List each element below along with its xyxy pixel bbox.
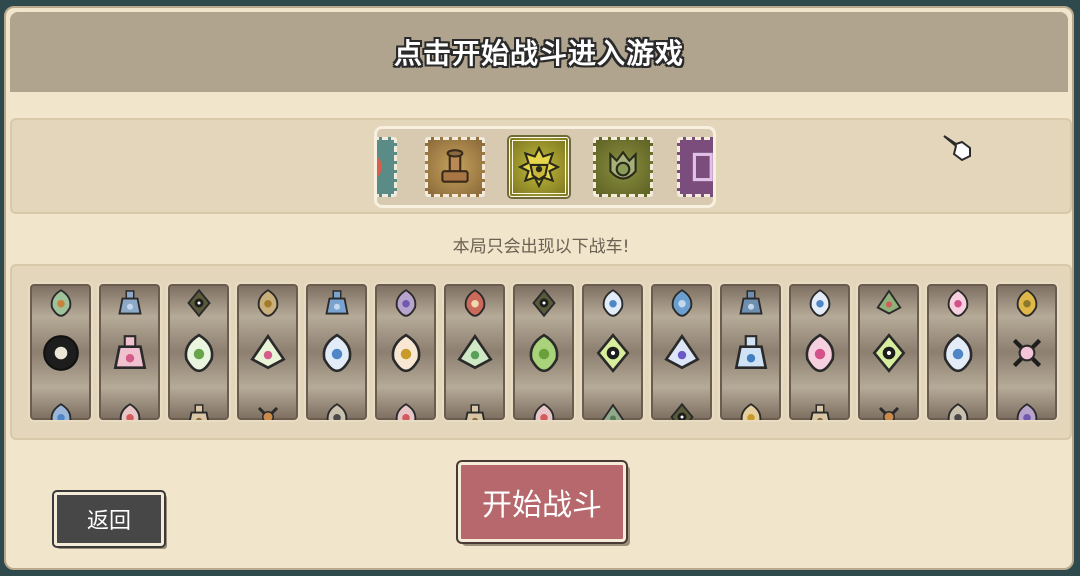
vehicle-reel xyxy=(304,282,369,422)
green-tri-icon xyxy=(601,403,624,420)
pink-drop-icon xyxy=(947,289,968,317)
vehicle-reel xyxy=(97,282,162,422)
stamp-cannon[interactable] xyxy=(425,137,485,197)
blue-flask-icon xyxy=(734,335,767,370)
vehicle-reel xyxy=(580,282,645,422)
dark-hand-icon xyxy=(947,403,968,420)
castle-icon xyxy=(117,290,142,315)
main-panel: 点击开始战斗进入游戏 本局只会出现以下战车! 返回 开始战斗 xyxy=(4,6,1074,570)
vase-icon xyxy=(464,404,485,420)
vehicle-reel xyxy=(235,282,300,422)
vase-icon xyxy=(809,404,830,420)
hand-pointer-icon xyxy=(943,135,971,162)
dark-bone-icon xyxy=(326,403,347,420)
stamp-horned-shield[interactable] xyxy=(593,137,653,197)
bracket-icon xyxy=(692,152,713,182)
start-battle-button[interactable]: 开始战斗 xyxy=(458,462,626,542)
triangle-spiral-icon xyxy=(249,333,286,370)
blue-gear-icon xyxy=(602,289,623,317)
cannon-icon xyxy=(441,149,469,183)
star-icon xyxy=(257,289,278,317)
vehicle-reel xyxy=(442,282,507,422)
leaf-icon xyxy=(740,403,761,420)
leaf-drop-icon xyxy=(391,333,420,373)
black-ring-icon xyxy=(42,335,79,371)
vase-icon xyxy=(188,404,209,420)
vehicle-reel xyxy=(994,282,1059,422)
swirl-icon xyxy=(377,156,382,178)
green-diamond-icon xyxy=(456,333,493,370)
header-bar: 点击开始战斗进入游戏 xyxy=(10,12,1068,92)
vehicle-carousel[interactable] xyxy=(374,126,716,208)
vehicle-reel xyxy=(718,282,783,422)
blue-castle-icon xyxy=(738,290,763,315)
blue-bird-icon xyxy=(671,289,692,317)
vehicle-roster xyxy=(28,282,1059,422)
vehicle-reel xyxy=(28,282,93,422)
horned-shield-icon xyxy=(609,150,637,180)
back-button[interactable]: 返回 xyxy=(54,492,164,546)
vehicle-roster-band xyxy=(10,264,1072,440)
flask-blue-icon xyxy=(324,290,349,315)
vehicle-reel xyxy=(787,282,852,422)
shell-icon xyxy=(50,289,71,317)
red-cross-icon xyxy=(395,403,416,420)
blue-drop-icon xyxy=(943,333,972,373)
stamp-sun-shield[interactable] xyxy=(509,137,569,197)
vehicle-reel xyxy=(649,282,714,422)
bone-icon xyxy=(878,406,899,420)
vehicle-reel xyxy=(166,282,231,422)
red-cross-diamond-icon xyxy=(875,289,902,315)
vehicle-reel xyxy=(373,282,438,422)
green-eye-icon xyxy=(596,333,629,373)
stamp-partial-right[interactable] xyxy=(677,137,713,197)
red-cross-icon xyxy=(119,403,140,420)
dark-ring-icon xyxy=(186,288,211,318)
green-eye-icon xyxy=(872,333,905,373)
blue-diamond-icon xyxy=(663,333,700,370)
green-pearl-icon xyxy=(529,333,558,373)
dark-ring-icon xyxy=(669,402,694,420)
vehicle-reel xyxy=(511,282,576,422)
vehicle-reel xyxy=(925,282,990,422)
pink-drop-icon xyxy=(805,333,834,373)
dark-ring-icon xyxy=(531,288,556,318)
purple-orb-icon xyxy=(395,289,416,317)
vehicle-selector-band xyxy=(10,118,1072,214)
blue-gear-icon xyxy=(322,333,351,373)
purple-orb-icon xyxy=(1016,403,1037,420)
vehicle-hint: 本局只会出现以下战车! xyxy=(452,237,630,257)
vehicle-reel xyxy=(856,282,921,422)
red-cross-icon xyxy=(533,403,554,420)
bone-icon xyxy=(257,406,278,420)
gold-crown-icon xyxy=(1016,289,1037,317)
sun-shield-icon xyxy=(518,146,560,188)
crossbones-icon xyxy=(1012,338,1041,368)
blue-drop-icon xyxy=(809,289,830,317)
blue-shell-icon xyxy=(50,403,71,420)
page-title: 点击开始战斗进入游戏 xyxy=(393,37,684,70)
pink-flask-icon xyxy=(113,335,146,370)
mushroom-icon xyxy=(464,289,485,317)
stamp-partial-left[interactable] xyxy=(377,137,397,197)
green-gem-icon xyxy=(184,333,213,373)
